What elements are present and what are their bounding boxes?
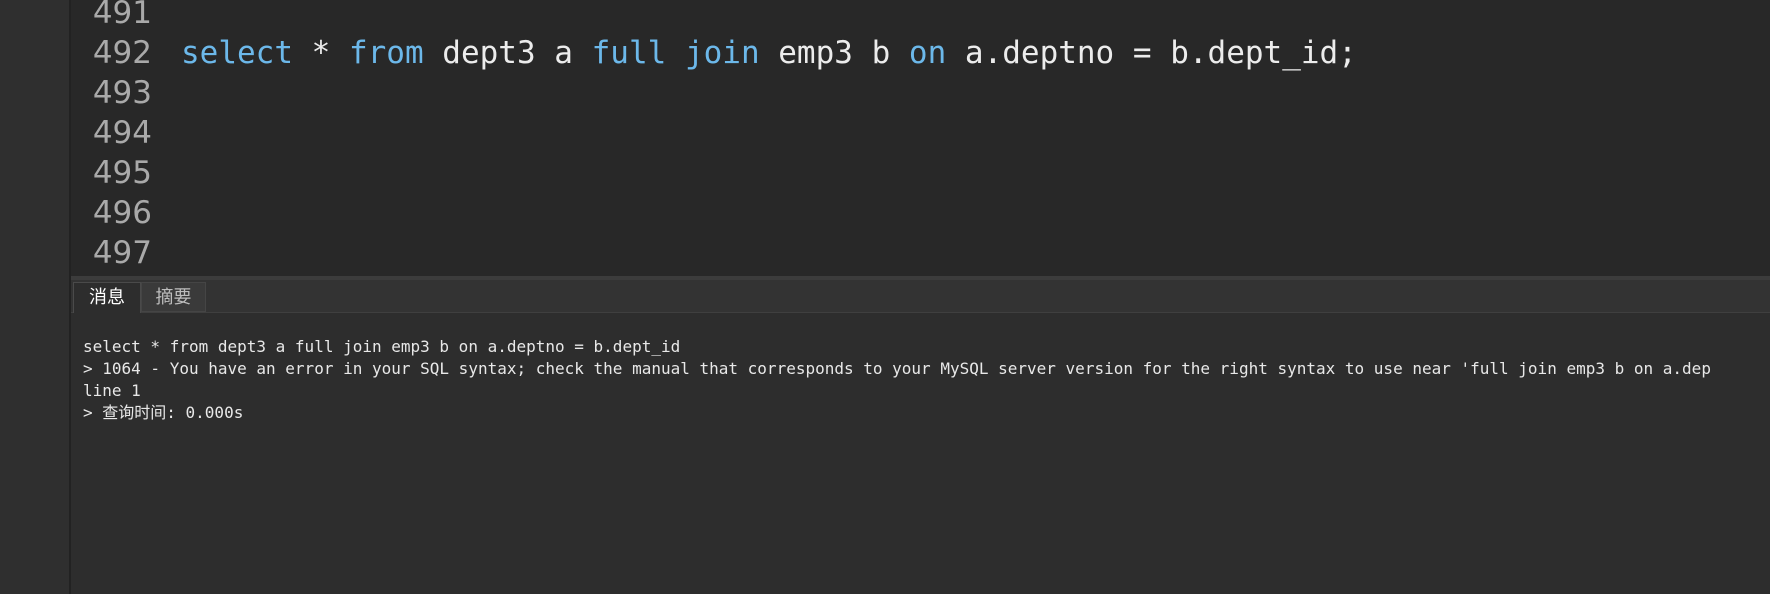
editor-line[interactable]: 494 [71, 113, 1770, 153]
message-log[interactable]: select * from dept3 a full join emp3 b o… [83, 336, 1763, 424]
sql-keyword-token: from [348, 35, 424, 71]
line-number: 497 [92, 235, 152, 271]
result-tabbar: 消息 摘要 [71, 280, 1770, 313]
result-panel: 消息 摘要 select * from dept3 a full join em… [71, 280, 1770, 594]
message-line: line 1 [83, 381, 141, 400]
sql-text-token [666, 35, 685, 71]
sql-text-token: * [292, 35, 349, 71]
sql-text-token: dept3 a [423, 35, 592, 71]
line-number: 492 [92, 35, 152, 71]
editor-line[interactable]: 493 [71, 73, 1770, 113]
line-number: 496 [92, 195, 152, 231]
line-number: 493 [92, 75, 152, 111]
tab-messages[interactable]: 消息 [73, 282, 141, 313]
sql-editor[interactable]: 491 492 select * from dept3 a full join … [71, 0, 1770, 276]
app-window: 491 492 select * from dept3 a full join … [0, 0, 1770, 594]
code-text[interactable]: select * from dept3 a full join emp3 b o… [181, 33, 1357, 73]
line-number: 495 [92, 155, 152, 191]
sql-text-token: a.deptno = b.dept_id; [946, 35, 1357, 71]
tab-summary[interactable]: 摘要 [141, 282, 206, 312]
sql-keyword-token: join [684, 35, 760, 71]
sql-keyword-token: select [181, 35, 293, 71]
editor-line[interactable]: 492 select * from dept3 a full join emp3… [71, 33, 1770, 73]
sql-keyword-token: on [908, 35, 947, 71]
line-number: 491 [92, 0, 152, 31]
editor-line[interactable]: 495 [71, 153, 1770, 193]
editor-line[interactable]: 496 [71, 193, 1770, 233]
editor-line[interactable]: 491 [71, 0, 1770, 33]
message-line: > 查询时间: 0.000s [83, 403, 244, 422]
sql-keyword-token: full [591, 35, 667, 71]
left-sidebar-panel [0, 0, 71, 594]
line-number: 494 [92, 115, 152, 151]
message-line: select * from dept3 a full join emp3 b o… [83, 337, 681, 356]
message-line: > 1064 - You have an error in your SQL s… [83, 359, 1711, 378]
editor-line[interactable]: 497 [71, 233, 1770, 273]
sql-text-token: emp3 b [759, 35, 909, 71]
